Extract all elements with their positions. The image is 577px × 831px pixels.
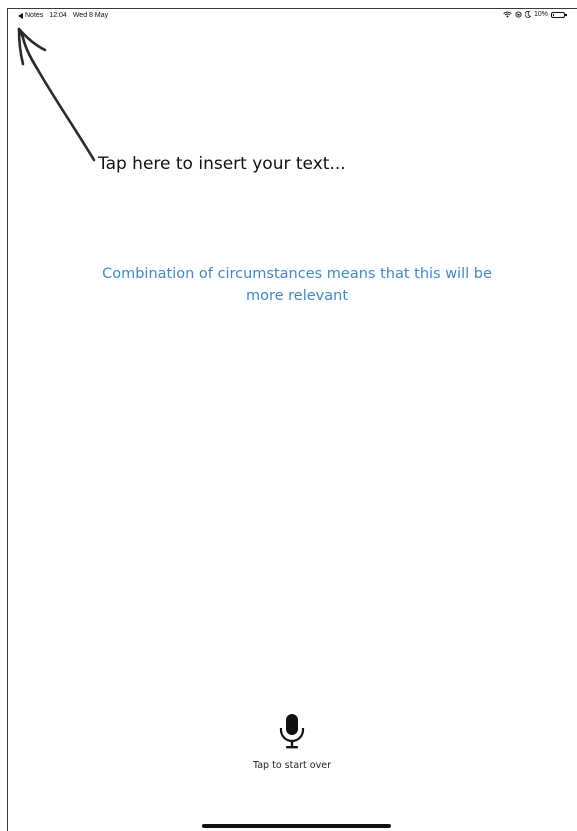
orientation-lock-icon bbox=[515, 11, 522, 18]
battery-fill bbox=[553, 13, 554, 16]
screen-border-left bbox=[7, 8, 8, 831]
back-triangle-icon bbox=[18, 12, 23, 19]
insert-text-placeholder[interactable]: Tap here to insert your text... bbox=[98, 154, 346, 174]
battery-icon bbox=[551, 11, 567, 18]
start-over-caption[interactable]: Tap to start over bbox=[232, 760, 352, 771]
status-bar: Notes 12:04 Wed 8 May 10% bbox=[18, 11, 573, 24]
back-to-notes-link[interactable]: Notes bbox=[18, 12, 43, 19]
home-indicator[interactable] bbox=[202, 824, 391, 828]
battery-percent: 10% bbox=[533, 11, 548, 18]
status-date: Wed 8 May bbox=[72, 12, 109, 19]
moon-icon bbox=[524, 11, 531, 18]
battery-tip bbox=[565, 13, 567, 16]
microphone-icon[interactable] bbox=[278, 713, 306, 751]
hint-text: Combination of circumstances means that … bbox=[102, 266, 492, 304]
hand-drawn-arrow-icon bbox=[17, 27, 96, 162]
status-time: 12:04 bbox=[49, 12, 67, 19]
back-label: Notes bbox=[25, 12, 44, 19]
screen-border-top bbox=[7, 8, 577, 9]
status-bar-right: 10% bbox=[503, 11, 567, 18]
status-bar-left: Notes 12:04 Wed 8 May bbox=[18, 12, 108, 19]
wifi-icon bbox=[503, 11, 512, 18]
